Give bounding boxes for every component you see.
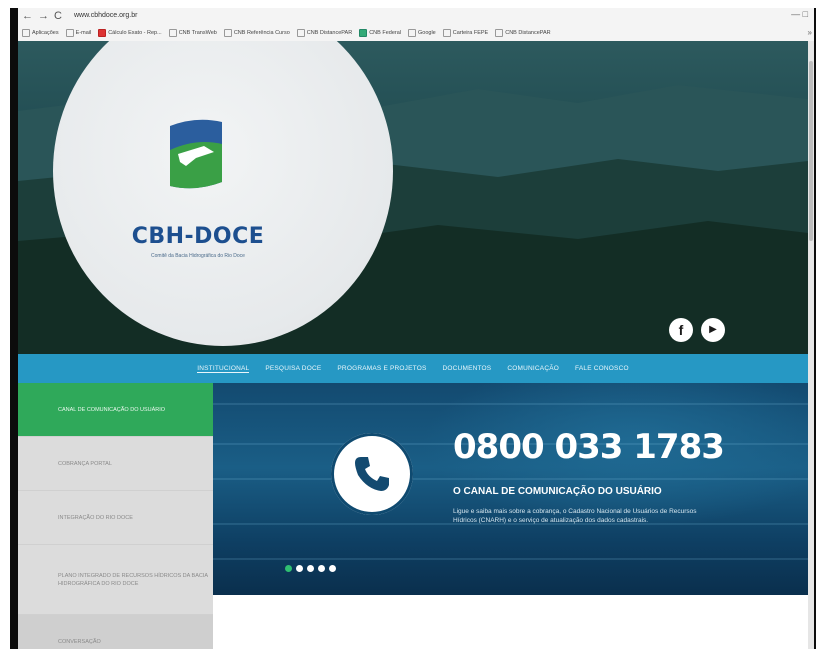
- main-nav: Institucional Pesquisa Doce Programas e …: [18, 354, 808, 383]
- slide-dots: [285, 565, 336, 572]
- bookmark-cnb-curso[interactable]: CNB Referência Curso: [223, 28, 290, 37]
- phone-icon: [355, 457, 389, 491]
- nav-programas[interactable]: Programas e Projetos: [337, 365, 426, 372]
- screen-frame: ← → C www.cbhdoce.org.br — □ Aplicações …: [10, 8, 816, 649]
- sidebar-item-cobranca[interactable]: Cobrança Portal: [18, 437, 213, 491]
- sidebar-menu: Canal de Comunicação do Usuário Cobrança…: [18, 383, 213, 649]
- reload-icon[interactable]: C: [54, 9, 62, 23]
- page-icon: [168, 28, 177, 37]
- nav-institucional[interactable]: Institucional: [197, 365, 250, 373]
- scrollbar-thumb[interactable]: [809, 61, 813, 241]
- page-icon: [442, 28, 451, 37]
- sidebar-item-plano[interactable]: Plano Integrado de Recursos Hídricos da …: [18, 545, 213, 615]
- page-icon: [296, 28, 305, 37]
- bookmark-cnb-distance-2[interactable]: CNB DistancePAR: [495, 28, 551, 37]
- slide-dot-1[interactable]: [285, 565, 292, 572]
- slide-dot-5[interactable]: [329, 565, 336, 572]
- window-controls[interactable]: — □: [791, 9, 808, 19]
- facebook-icon[interactable]: f: [669, 318, 693, 342]
- nav-pesquisa[interactable]: Pesquisa Doce: [265, 365, 321, 372]
- banner-body: Ligue e saiba mais sobre a cobrança, o C…: [453, 508, 697, 524]
- hero-header: CBH-DOCE Comitê da Bacia Hidrográfica do…: [18, 41, 808, 354]
- logo-title[interactable]: CBH-DOCE: [98, 224, 298, 249]
- sidebar-item-integracao[interactable]: Integração do Rio Doce: [18, 491, 213, 545]
- slide-dot-4[interactable]: [318, 565, 325, 572]
- phone-number[interactable]: 0800 033 1783: [453, 427, 725, 467]
- browser-chrome: ← → C www.cbhdoce.org.br — □ Aplicações …: [18, 8, 814, 42]
- bookmark-calculo[interactable]: Cálculo Exato - Rep...: [98, 28, 162, 37]
- back-icon[interactable]: ←: [22, 9, 33, 23]
- banner-headline: O CANAL DE COMUNICAÇÃO DO USUÁRIO: [453, 486, 662, 497]
- bookmark-cnb-distance[interactable]: CNB DistancePAR: [296, 28, 352, 37]
- address-row: ← → C www.cbhdoce.org.br — □: [18, 9, 814, 24]
- nav-fale-conosco[interactable]: Fale Conosco: [575, 365, 629, 372]
- bookmark-carteira[interactable]: Carteira FEPE: [442, 28, 488, 37]
- calc-icon: [98, 28, 107, 37]
- sidebar-item-canal[interactable]: Canal de Comunicação do Usuário: [18, 383, 213, 437]
- logo-subtitle: Comitê da Bacia Hidrográfica do Rio Doce: [151, 253, 245, 259]
- slideshow-banner[interactable]: 0800 033 1783 O CANAL DE COMUNICAÇÃO DO …: [213, 383, 808, 595]
- sidebar-item-conversacao[interactable]: Conversação: [18, 615, 213, 649]
- slide-dot-3[interactable]: [307, 565, 314, 572]
- nav-documentos[interactable]: Documentos: [443, 365, 492, 372]
- bookmark-cnb-federal[interactable]: CNB Federal: [359, 28, 401, 37]
- cbh-doce-logo-icon[interactable]: [156, 116, 236, 192]
- bookmark-email[interactable]: E-mail: [65, 28, 91, 37]
- page-icon: [408, 28, 416, 37]
- bookmark-google[interactable]: Google: [408, 28, 436, 37]
- page-icon: [359, 28, 368, 37]
- address-bar[interactable]: www.cbhdoce.org.br: [74, 10, 137, 22]
- page-icon: [495, 28, 504, 37]
- forward-icon[interactable]: →: [38, 9, 49, 23]
- bookmarks-bar: Aplicações E-mail Cálculo Exato - Rep...…: [18, 25, 816, 40]
- page-scrollbar[interactable]: [808, 41, 814, 649]
- bookmark-apps[interactable]: Aplicações: [22, 28, 59, 37]
- slide-dot-2[interactable]: [296, 565, 303, 572]
- nav-comunicacao[interactable]: Comunicação: [507, 365, 559, 372]
- apps-grid-icon: [22, 28, 30, 37]
- bookmark-cnb-transweb[interactable]: CNB TransWeb: [168, 28, 217, 37]
- youtube-icon[interactable]: ▶: [701, 318, 725, 342]
- content-area: [213, 595, 808, 649]
- mail-icon: [65, 28, 74, 37]
- page-icon: [223, 28, 232, 37]
- bookmarks-more-icon[interactable]: »: [808, 28, 812, 37]
